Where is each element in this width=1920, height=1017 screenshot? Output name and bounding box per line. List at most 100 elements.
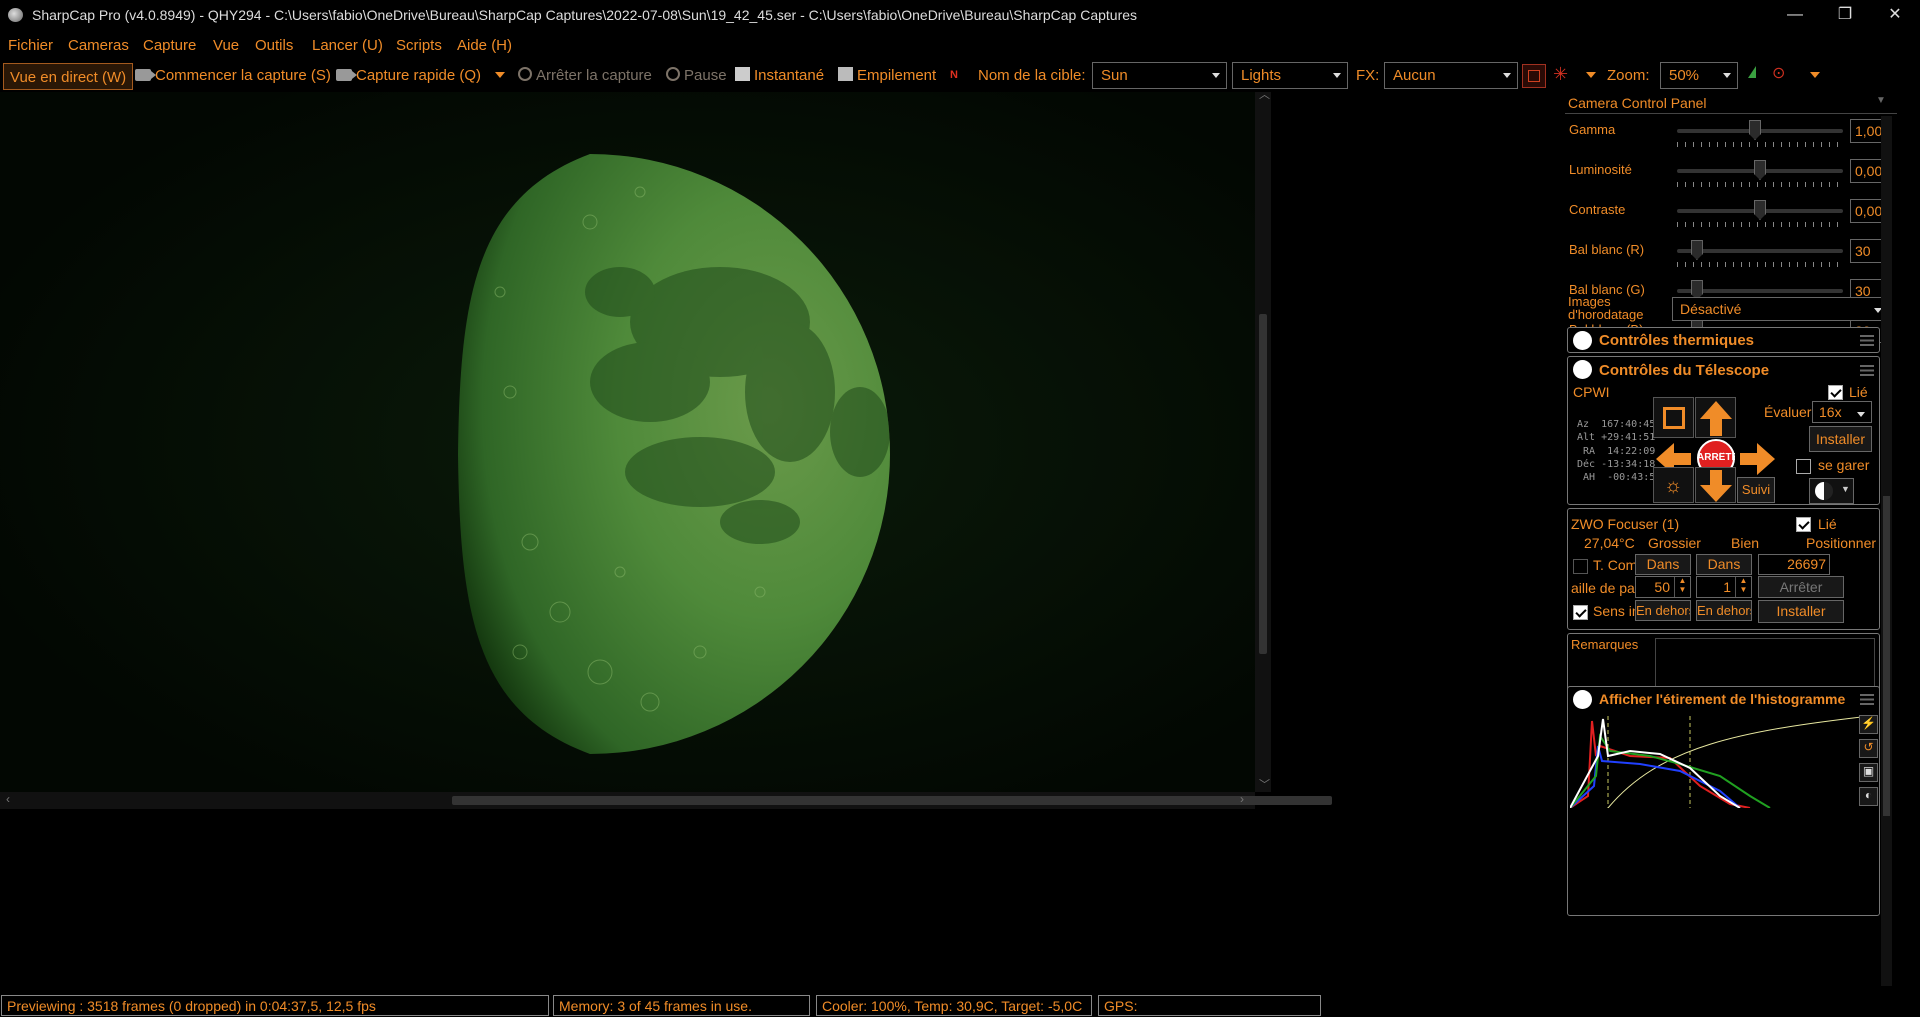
slider-thumb[interactable] (1754, 160, 1766, 180)
east-button[interactable] (1737, 439, 1778, 480)
histogram-icon[interactable] (1748, 66, 1756, 78)
target-name-select[interactable]: Sun (1092, 62, 1227, 89)
position-input[interactable]: 26697 (1758, 554, 1830, 575)
scroll-left-icon[interactable]: ‹ (6, 792, 10, 806)
close-button[interactable]: ✕ (1880, 3, 1910, 27)
slider-thumb[interactable] (1690, 240, 1703, 260)
start-capture-button[interactable]: Commencer la capture (S) (135, 67, 331, 84)
fx-select[interactable]: Aucun (1384, 62, 1518, 89)
control-label: Luminosité (1569, 162, 1632, 177)
target-name-value: Sun (1101, 67, 1128, 84)
slider-thumb[interactable] (1754, 200, 1766, 220)
slider-thumb[interactable] (1749, 120, 1762, 140)
quick-capture-button[interactable]: Capture rapide (Q) (336, 67, 481, 84)
mount-side-select[interactable]: ▼ (1809, 478, 1854, 504)
snapshot-icon (735, 67, 750, 81)
scroll-right-icon[interactable]: › (1240, 792, 1244, 806)
save-icon[interactable]: ▣ (1859, 763, 1878, 782)
sharpcap-app-icon (8, 8, 23, 22)
vertical-scroll-thumb[interactable] (1259, 314, 1267, 654)
menu-icon[interactable] (1860, 365, 1874, 376)
spiral-icon (1663, 407, 1685, 429)
spinner-arrows-icon[interactable]: ▲ ▼ (1674, 577, 1690, 597)
menu-aide[interactable]: Aide (H) (457, 37, 512, 54)
menu-lancer[interactable]: Lancer (U) (312, 37, 383, 54)
temp-comp-checkbox[interactable] (1573, 559, 1588, 574)
reticle-dropdown-icon[interactable] (1586, 72, 1596, 78)
mount-install-button[interactable]: Installer (1809, 426, 1872, 452)
minimize-button[interactable]: — (1780, 3, 1810, 27)
park-checkbox[interactable] (1796, 459, 1811, 474)
histogram-chart[interactable] (1570, 716, 1870, 808)
stacking-button[interactable]: Empilement (838, 67, 936, 84)
roi-icon (1528, 70, 1540, 82)
menu-outils[interactable]: Outils (255, 37, 293, 54)
contrast-icon[interactable]: ◐ (1859, 787, 1878, 806)
auto-stretch-icon[interactable]: ⚡ (1859, 715, 1878, 734)
menu-cameras[interactable]: Cameras (68, 37, 129, 54)
reverse-label: Sens in (1593, 603, 1640, 619)
mount-linked-label: Lié (1849, 384, 1868, 400)
start-capture-label: Commencer la capture (S) (155, 67, 331, 84)
scroll-up-icon[interactable]: ︿ (1259, 86, 1270, 102)
reset-icon[interactable]: ↺ (1859, 739, 1878, 758)
chevron-up-icon[interactable] (1573, 360, 1592, 379)
frame-type-select[interactable]: Lights (1232, 62, 1348, 89)
vertical-scrollbar[interactable]: ︿ ﹀ (1255, 89, 1271, 792)
panel-scroll-thumb[interactable] (1883, 496, 1890, 816)
horizontal-scroll-thumb[interactable] (452, 796, 1332, 805)
slider-ticks (1677, 222, 1845, 227)
menu-icon[interactable] (1860, 335, 1874, 346)
stop-capture-button[interactable]: Arrêter la capture (518, 67, 652, 84)
focuser-linked-checkbox[interactable] (1796, 517, 1811, 532)
control-row: Contraste 0,00 (1565, 197, 1890, 237)
step-size-label: aille de pas (1571, 580, 1642, 596)
north-button[interactable] (1695, 397, 1736, 438)
focuser-stop-button[interactable]: Arrêter (1758, 576, 1844, 598)
panel-scrollbar[interactable] (1881, 116, 1892, 986)
focuser-install-button[interactable]: Installer (1758, 600, 1844, 623)
camera-image-view[interactable] (0, 92, 1255, 792)
chevron-down-icon[interactable]: ▼ (1876, 95, 1886, 106)
fine-in-button[interactable]: Dans (1696, 554, 1752, 575)
chevron-down-icon[interactable] (1573, 331, 1592, 350)
zoom-select[interactable]: 50% (1660, 62, 1738, 89)
chevron-down-icon (1723, 73, 1731, 78)
roi-button[interactable] (1522, 64, 1546, 88)
snapshot-button[interactable]: Instantané (735, 67, 824, 84)
south-button[interactable] (1695, 467, 1736, 503)
chevron-up-icon[interactable] (1573, 690, 1592, 709)
coarse-in-button[interactable]: Dans (1635, 554, 1691, 575)
menu-capture[interactable]: Capture (143, 37, 196, 54)
pause-button[interactable]: Pause (666, 67, 727, 84)
center-button[interactable]: ☼ (1653, 467, 1694, 503)
spinner-arrows-icon[interactable]: ▲ ▼ (1735, 577, 1751, 597)
tools-dropdown-icon[interactable] (1810, 72, 1820, 78)
thermal-section[interactable]: Contrôles thermiques (1567, 327, 1880, 353)
goto-button[interactable] (1653, 397, 1694, 438)
scroll-down-icon[interactable]: ﹀ (1259, 776, 1270, 792)
focuser-linked-label: Lié (1818, 516, 1837, 532)
coarse-out-button[interactable]: En dehors (1635, 600, 1691, 621)
menu-scripts[interactable]: Scripts (396, 37, 442, 54)
rate-select[interactable]: 16x (1812, 401, 1872, 423)
fine-out-button[interactable]: En dehors (1696, 600, 1752, 621)
tracking-button[interactable]: Suivi (1737, 477, 1775, 503)
menu-fichier[interactable]: Fichier (8, 37, 53, 54)
fine-step-input[interactable]: 1 ▲ ▼ (1696, 576, 1752, 598)
horizontal-scrollbar[interactable]: ‹ › (0, 792, 1332, 809)
restore-button[interactable]: ❐ (1830, 3, 1860, 27)
timestamp-select[interactable]: Désactivé (1672, 297, 1889, 321)
quick-capture-dropdown-icon[interactable] (495, 72, 505, 78)
reticle-icon[interactable]: ✳ (1553, 64, 1568, 85)
mount-linked-checkbox[interactable] (1828, 385, 1843, 400)
frame-type-value: Lights (1241, 67, 1282, 84)
coarse-step-input[interactable]: 50 ▲ ▼ (1635, 576, 1691, 598)
menu-icon[interactable] (1860, 694, 1874, 705)
focus-assist-icon[interactable]: ⊙ (1772, 63, 1785, 83)
menu-vue[interactable]: Vue (213, 37, 239, 54)
reverse-checkbox[interactable] (1573, 605, 1588, 620)
park-label: se garer (1818, 457, 1870, 473)
arrow-up-icon (1700, 401, 1732, 436)
live-view-button[interactable]: Vue en direct (W) (3, 63, 134, 90)
